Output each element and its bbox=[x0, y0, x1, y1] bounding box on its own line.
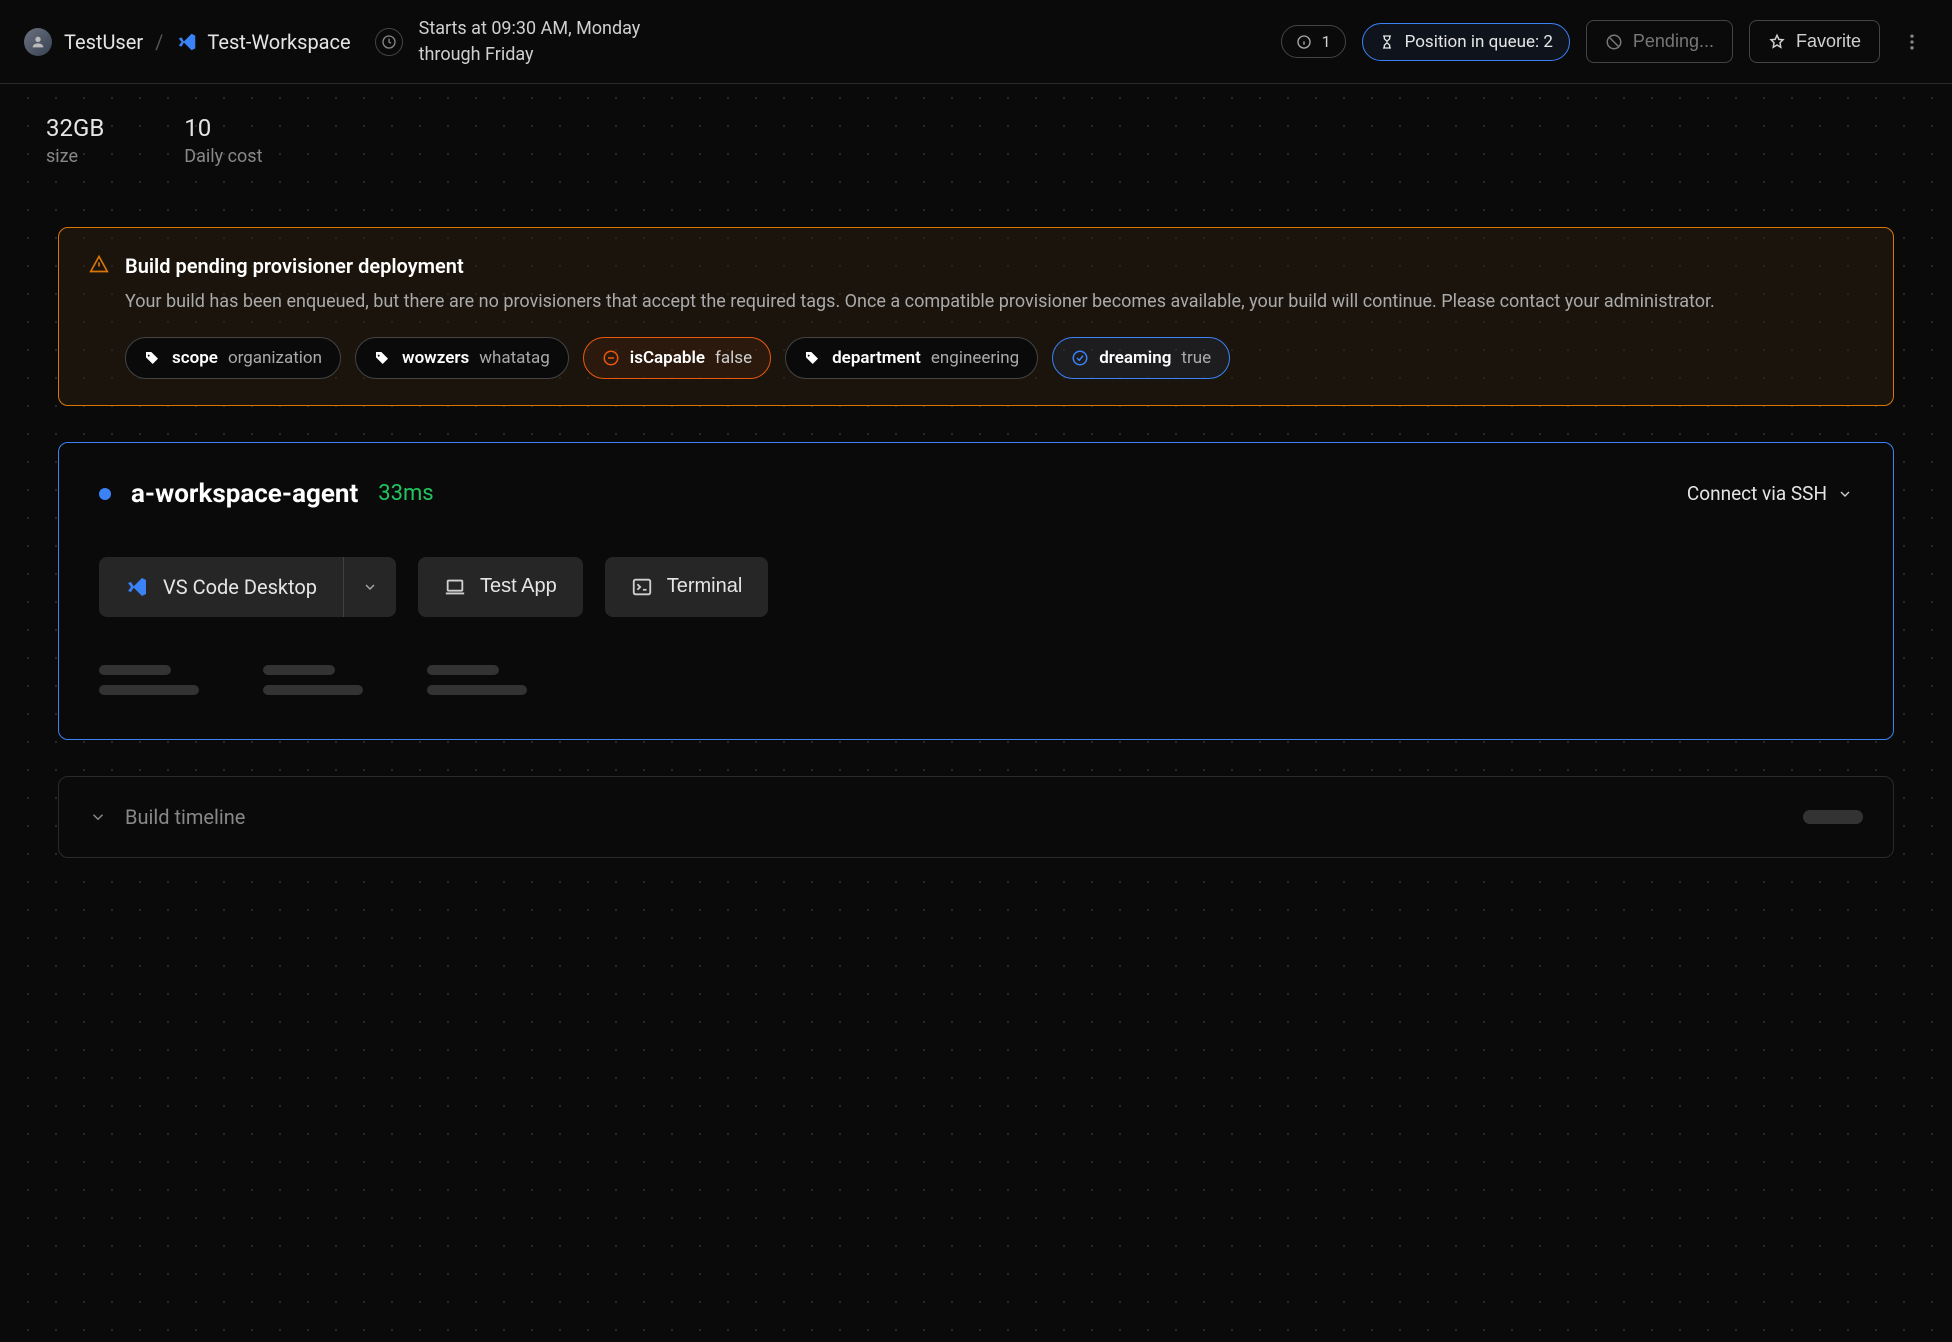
minus-circle-icon bbox=[602, 349, 620, 367]
queue-label: Position in queue: 2 bbox=[1405, 32, 1553, 52]
warning-icon bbox=[89, 254, 109, 274]
favorite-button[interactable]: Favorite bbox=[1749, 20, 1880, 63]
vscode-desktop-caret[interactable] bbox=[343, 557, 396, 617]
content: 32GB size 10 Daily cost Build pending pr… bbox=[0, 84, 1952, 888]
avatar[interactable] bbox=[24, 28, 52, 56]
vscode-icon bbox=[125, 575, 149, 599]
laptop-icon bbox=[444, 576, 466, 598]
stat-size: 32GB size bbox=[46, 114, 104, 167]
tag-wowzers: wowzers whatatag bbox=[355, 337, 569, 379]
tag-dreaming: dreaming true bbox=[1052, 337, 1230, 379]
agent-loading-skeletons bbox=[99, 665, 1853, 695]
tag-scope: scope organization bbox=[125, 337, 341, 379]
breadcrumb-workspace-label: Test-Workspace bbox=[207, 30, 350, 54]
alert-body: Your build has been enqueued, but there … bbox=[125, 288, 1863, 317]
info-badge[interactable]: 1 bbox=[1281, 25, 1346, 58]
stat-cost-label: Daily cost bbox=[184, 146, 262, 167]
terminal-icon bbox=[631, 576, 653, 598]
hourglass-icon bbox=[1379, 34, 1395, 50]
pending-button[interactable]: Pending... bbox=[1586, 20, 1733, 63]
favorite-label: Favorite bbox=[1796, 31, 1861, 52]
tag-icon bbox=[804, 349, 822, 367]
vscode-desktop-label: VS Code Desktop bbox=[163, 575, 317, 599]
vscode-desktop-button[interactable]: VS Code Desktop bbox=[99, 557, 396, 617]
tag-value: organization bbox=[228, 348, 322, 368]
tag-icon bbox=[144, 349, 162, 367]
vscode-icon bbox=[175, 30, 199, 54]
stat-cost-value: 10 bbox=[184, 114, 262, 142]
provisioner-alert: Build pending provisioner deployment You… bbox=[58, 227, 1894, 406]
tag-key: dreaming bbox=[1099, 348, 1171, 368]
skeleton-item bbox=[427, 665, 527, 695]
pending-label: Pending... bbox=[1633, 31, 1714, 52]
stats-row: 32GB size 10 Daily cost bbox=[46, 114, 1906, 167]
schedule-text: Starts at 09:30 AM, Monday through Frida… bbox=[419, 16, 679, 66]
test-app-button[interactable]: Test App bbox=[418, 557, 583, 617]
queue-badge[interactable]: Position in queue: 2 bbox=[1362, 23, 1570, 61]
stat-size-value: 32GB bbox=[46, 114, 104, 142]
connect-ssh-label: Connect via SSH bbox=[1687, 482, 1827, 505]
build-timeline-title: Build timeline bbox=[125, 805, 1785, 829]
alert-title: Build pending provisioner deployment bbox=[125, 254, 1863, 278]
tag-isCapable: isCapable false bbox=[583, 337, 771, 379]
tag-value: true bbox=[1181, 348, 1211, 368]
tag-icon bbox=[374, 349, 392, 367]
agent-status-dot bbox=[99, 488, 111, 500]
agent-name: a-workspace-agent bbox=[131, 479, 358, 509]
topbar: TestUser / Test-Workspace Starts at 09:3… bbox=[0, 0, 1952, 84]
stat-cost: 10 Daily cost bbox=[184, 114, 262, 167]
tag-key: isCapable bbox=[630, 348, 705, 368]
more-menu-button[interactable] bbox=[1896, 26, 1928, 58]
tag-department: department engineering bbox=[785, 337, 1038, 379]
connect-ssh-button[interactable]: Connect via SSH bbox=[1687, 482, 1853, 505]
build-timeline-panel[interactable]: Build timeline bbox=[58, 776, 1894, 858]
tag-key: wowzers bbox=[402, 348, 469, 368]
tag-key: scope bbox=[172, 348, 218, 368]
tag-value: engineering bbox=[931, 348, 1019, 368]
chevron-down-icon bbox=[1837, 486, 1853, 502]
skeleton-item bbox=[263, 665, 363, 695]
agent-latency: 33ms bbox=[378, 481, 433, 506]
alert-tags: scope organization wowzers whatatag isCapabl… bbox=[125, 337, 1863, 379]
breadcrumb: TestUser / Test-Workspace bbox=[24, 28, 351, 56]
clock-icon bbox=[375, 28, 403, 56]
breadcrumb-separator: / bbox=[155, 30, 163, 54]
tag-value: whatatag bbox=[479, 348, 550, 368]
chevron-down-icon bbox=[89, 808, 107, 826]
agent-panel: a-workspace-agent 33ms Connect via SSH V… bbox=[58, 442, 1894, 740]
breadcrumb-user[interactable]: TestUser bbox=[64, 30, 143, 54]
check-circle-icon bbox=[1071, 349, 1089, 367]
stat-size-label: size bbox=[46, 146, 104, 167]
terminal-button[interactable]: Terminal bbox=[605, 557, 769, 617]
breadcrumb-workspace[interactable]: Test-Workspace bbox=[175, 30, 350, 54]
test-app-label: Test App bbox=[480, 575, 557, 598]
info-count: 1 bbox=[1322, 32, 1331, 51]
terminal-label: Terminal bbox=[667, 575, 743, 598]
tag-value: false bbox=[715, 348, 752, 368]
star-icon bbox=[1768, 33, 1786, 51]
skeleton-item bbox=[99, 665, 199, 695]
pending-icon bbox=[1605, 33, 1623, 51]
timeline-loading-skeleton bbox=[1803, 810, 1863, 824]
info-icon bbox=[1296, 34, 1312, 50]
tag-key: department bbox=[832, 348, 921, 368]
agent-app-buttons: VS Code Desktop Test App Terminal bbox=[99, 557, 1853, 617]
